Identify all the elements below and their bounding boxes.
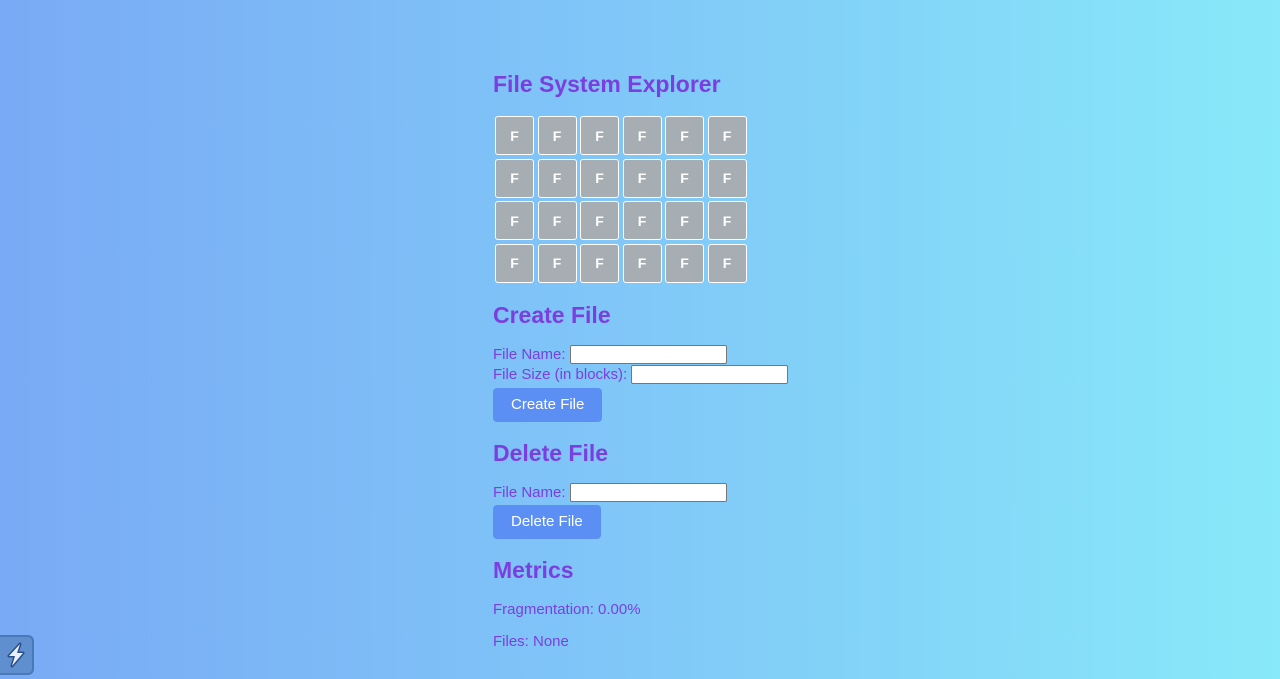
disk-block: F <box>707 158 747 198</box>
create-file-name-input[interactable] <box>569 345 727 364</box>
disk-block: F <box>622 158 662 198</box>
disk-block: F <box>665 201 704 240</box>
metrics-heading: Metrics <box>493 556 574 583</box>
disk-block: F <box>665 243 704 283</box>
disk-block: F <box>580 243 619 283</box>
disk-block: F <box>665 116 704 155</box>
disk-block: F <box>622 243 662 283</box>
delete-file-heading: Delete File <box>493 439 609 466</box>
create-file-form: File Name: File Size (in blocks): Create… <box>493 345 893 422</box>
disk-block: F <box>537 158 577 198</box>
disk-block: F <box>622 116 662 155</box>
delete-file-button[interactable]: Delete File <box>493 504 601 539</box>
disk-block: F <box>537 243 577 283</box>
disk-block-grid: FFFFFFFFFFFFFFFFFFFFFFFF <box>495 116 893 283</box>
disk-block: F <box>580 201 619 240</box>
delete-file-name-input[interactable] <box>569 483 727 502</box>
delete-file-name-label: File Name: <box>493 484 566 501</box>
create-file-name-label: File Name: <box>493 346 566 363</box>
fragmentation-metric: Fragmentation: 0.00% <box>493 600 641 618</box>
delete-file-form: File Name: Delete File <box>493 483 893 539</box>
disk-block: F <box>707 201 747 240</box>
create-file-size-label: File Size (in blocks): <box>493 366 628 383</box>
disk-block: F <box>537 116 577 155</box>
disk-block: F <box>537 201 577 240</box>
app-container: File System Explorer FFFFFFFFFFFFFFFFFFF… <box>493 68 893 651</box>
files-metric: Files: None <box>493 632 569 650</box>
create-file-size-input[interactable] <box>631 365 789 384</box>
disk-block: F <box>707 243 747 283</box>
disk-block: F <box>495 243 534 283</box>
create-file-heading: Create File <box>493 301 611 328</box>
disk-block: F <box>707 116 747 155</box>
lightning-icon[interactable] <box>0 635 34 675</box>
disk-block: F <box>665 158 704 198</box>
disk-block: F <box>580 116 619 155</box>
page-title: File System Explorer <box>493 71 721 97</box>
disk-block: F <box>622 201 662 240</box>
disk-block: F <box>580 158 619 198</box>
disk-block: F <box>495 116 534 155</box>
create-file-button[interactable]: Create File <box>493 387 603 422</box>
disk-block: F <box>495 158 534 198</box>
disk-block: F <box>495 201 534 240</box>
